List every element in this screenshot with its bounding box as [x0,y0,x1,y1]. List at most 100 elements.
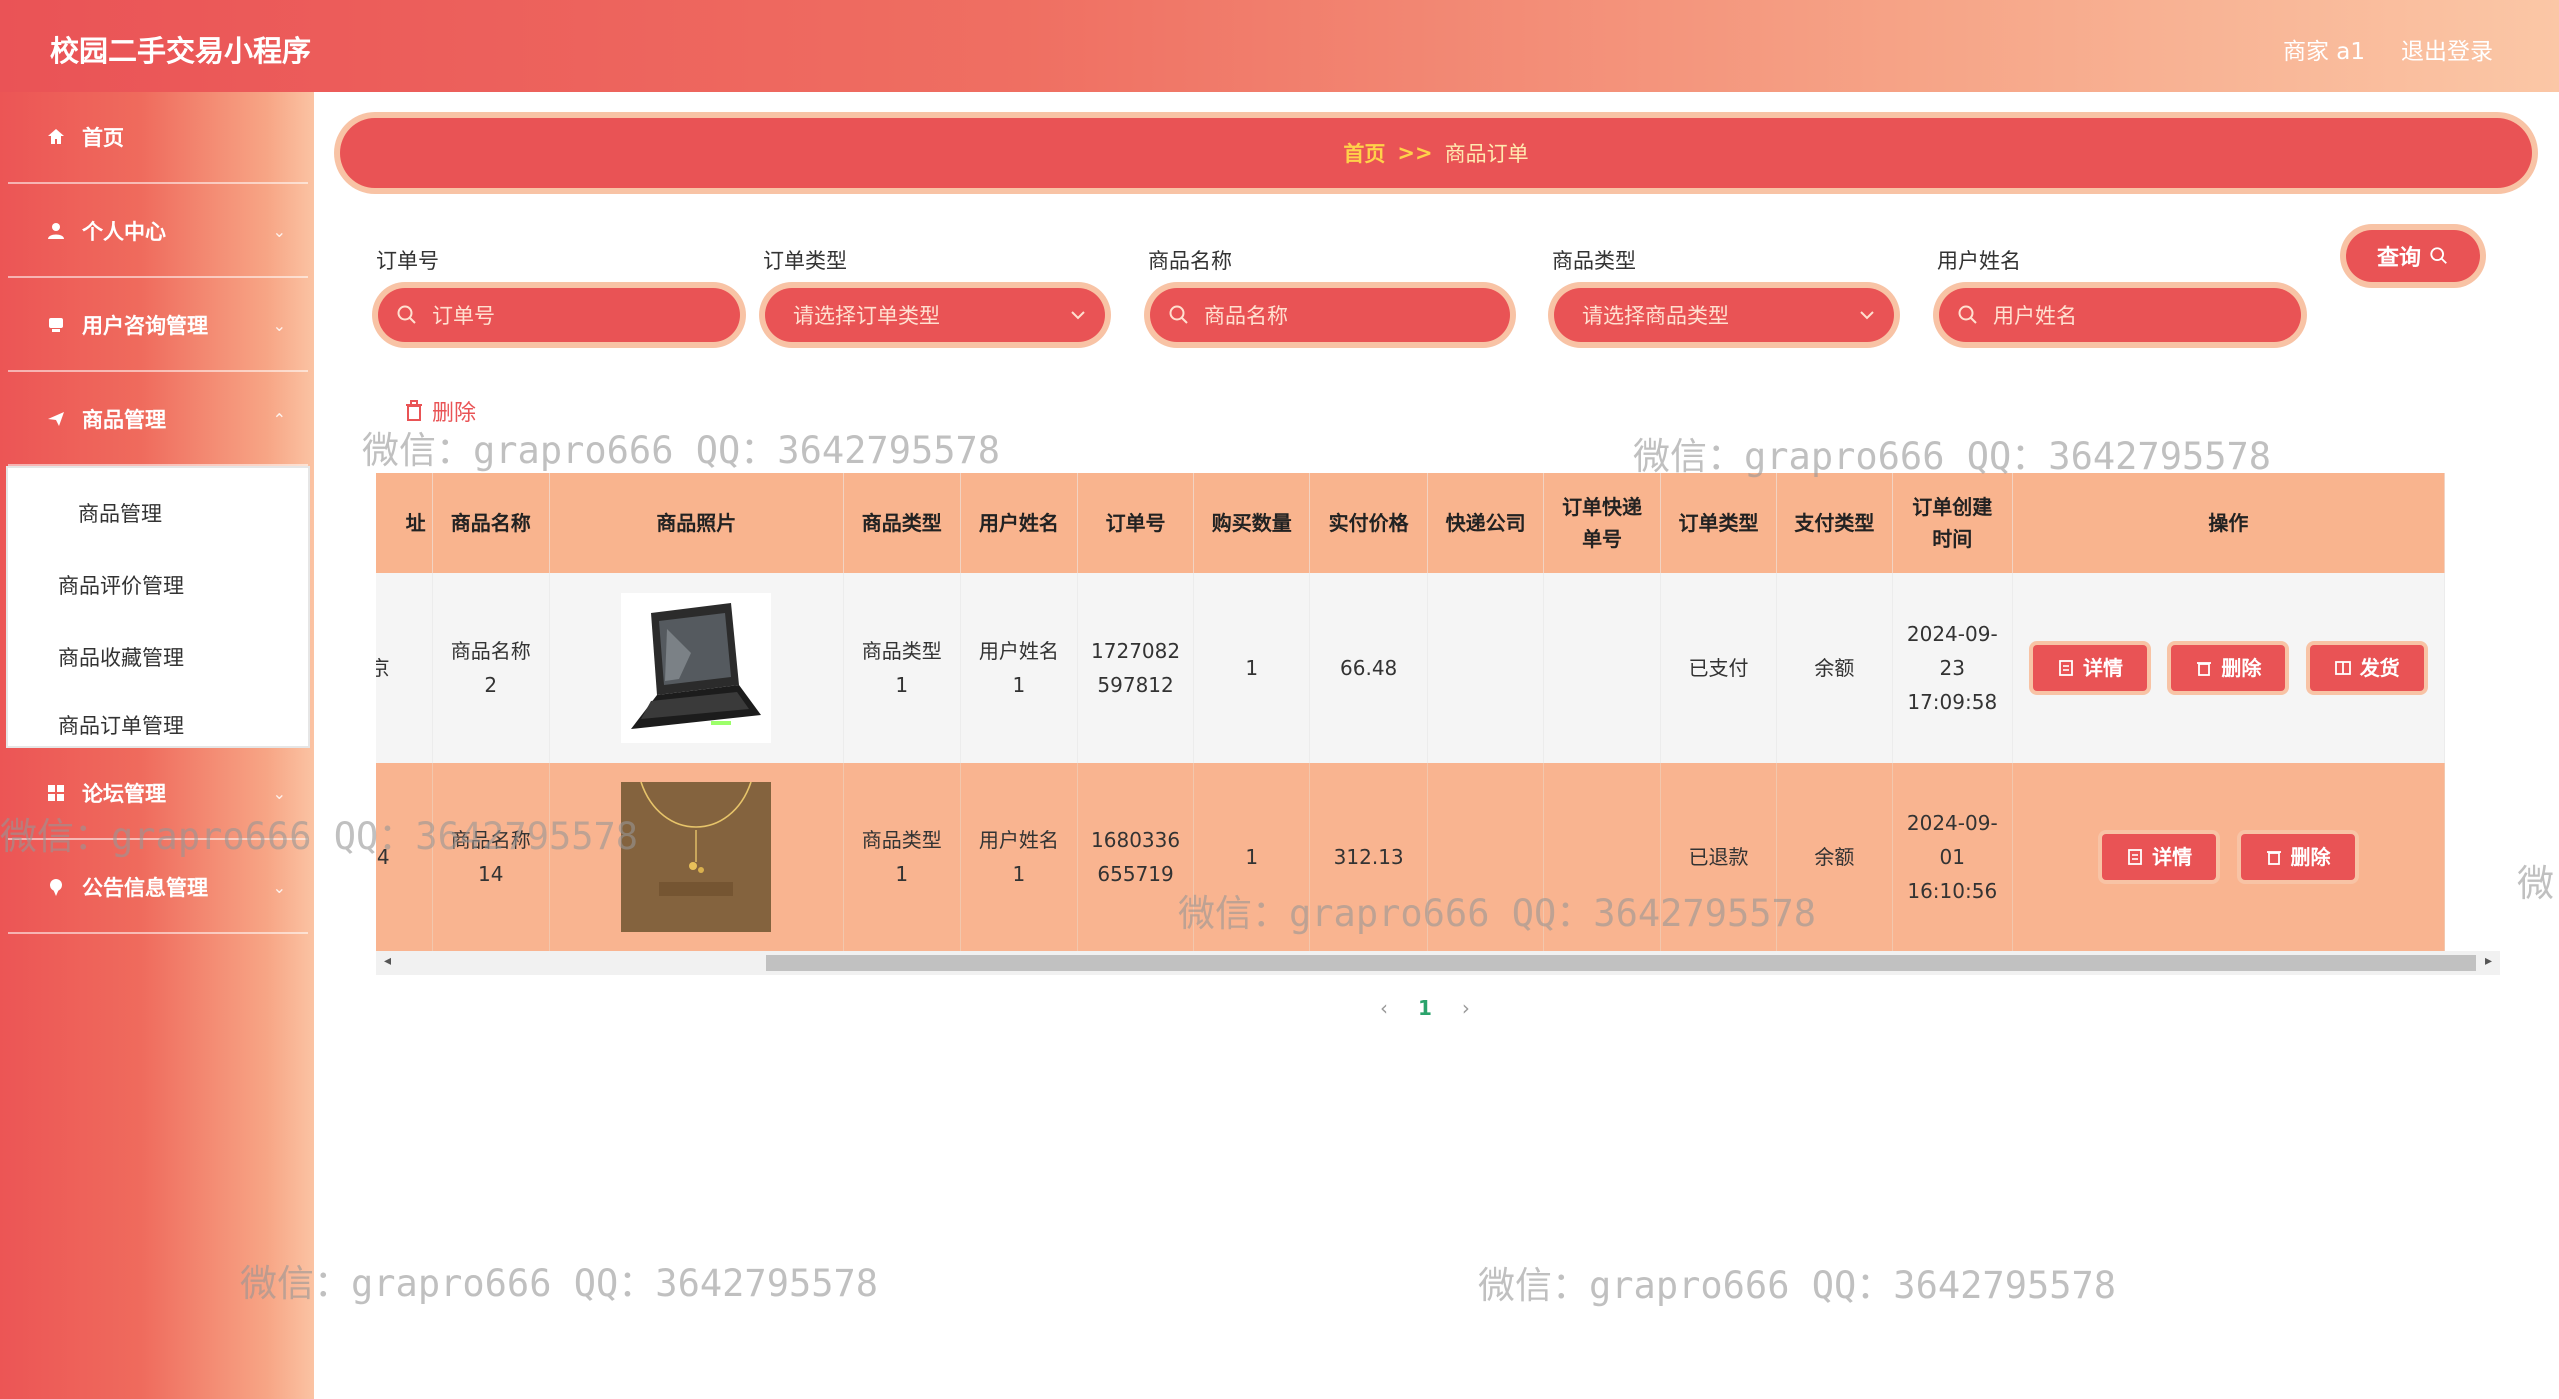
cell-price: 312.13 [1309,763,1429,951]
cell-courier [1427,573,1545,763]
cell-pay-type: 余额 [1776,573,1893,763]
app-root: 校园二手交易小程序 商家 a1 退出登录 首页 个人中心 ⌄ 用户咨询管理 ⌄ … [0,0,2559,1399]
search-icon [397,305,416,324]
submenu-product-review[interactable]: 商品评价管理 [8,550,308,620]
scrollbar-thumb[interactable] [766,955,2476,971]
breadcrumb-home[interactable]: 首页 [1343,138,1385,168]
col-operations: 操作 [2012,473,2446,573]
bulk-delete-button[interactable]: 删除 [404,395,476,427]
query-label: 查询 [2376,246,2421,271]
col-address: 址 [376,473,433,573]
document-icon [2128,849,2143,865]
detail-button[interactable]: 详情 [2032,645,2147,691]
laptop-photo [621,593,772,743]
cell-product-photo [549,763,844,951]
next-page-icon[interactable]: › [1462,996,1470,1020]
cell-product-name: 商品名称2 [432,573,550,763]
product-type-select[interactable]: 请选择商品类型 [1554,288,1894,342]
submenu-product-manage[interactable]: 商品管理 [8,478,308,548]
search-icon [2430,247,2447,264]
col-order-type: 订单类型 [1660,473,1777,573]
detail-label: 详情 [2082,656,2123,680]
delete-label: 删除 [2221,656,2262,680]
query-button[interactable]: 查询 [2346,230,2480,282]
cell-tracking [1543,573,1662,763]
pagination: ‹ 1 › [1380,996,1470,1020]
col-product-type: 商品类型 [843,473,961,573]
delete-button[interactable]: 删除 [2240,834,2355,880]
chevron-down-icon: ⌄ [272,784,286,803]
breadcrumb-separator: >> [1397,141,1433,165]
logout-link[interactable]: 退出登录 [2401,32,2493,66]
necklace-photo [621,782,772,932]
search-icon [1169,305,1188,324]
sidebar-item-label: 用户咨询管理 [82,314,208,338]
sidebar-item-label: 论坛管理 [82,782,166,806]
order-no-placeholder: 订单号 [432,304,495,328]
col-created: 订单创建时间 [1892,473,2013,573]
document-icon [2059,660,2073,676]
sidebar-item-label: 商品管理 [82,408,166,432]
cell-operations: 详情 删除 发货 [2012,573,2446,763]
submenu-product-favorite[interactable]: 商品收藏管理 [8,622,308,692]
watermark: 微信：grapro666 QQ：3642795578 [362,429,1001,472]
prev-page-icon[interactable]: ‹ [1380,996,1388,1020]
header-actions: 商家 a1 退出登录 [2283,32,2493,66]
cell-created: 2024-09-23 17:09:58 [1892,573,2013,763]
cell-product-name: 商品名称14 [432,763,550,951]
cell-order-type: 已退款 [1660,763,1777,951]
product-name-input[interactable]: 商品名称 [1150,288,1510,342]
breadcrumb: 首页 >> 商品订单 [340,118,2532,188]
delete-button[interactable]: 删除 [2171,645,2286,691]
chat-icon [49,318,63,332]
chevron-down-icon: ⌄ [272,316,286,335]
cell-address: 14 [376,763,433,951]
sidebar-item-forum[interactable]: 论坛管理 ⌄ [8,748,308,840]
sidebar-item-home[interactable]: 首页 [8,92,308,184]
col-price: 实付价格 [1309,473,1429,573]
col-courier: 快递公司 [1427,473,1545,573]
page-number[interactable]: 1 [1418,996,1432,1020]
cell-order-no: 1680336655719 [1077,763,1195,951]
search-icon [1958,305,1977,324]
chevron-down-icon [1071,311,1085,320]
order-no-input[interactable]: 订单号 [378,288,740,342]
user-name-input[interactable]: 用户姓名 [1939,288,2301,342]
sidebar-item-notice[interactable]: 公告信息管理 ⌄ [8,842,308,934]
chevron-down-icon: ⌄ [272,222,286,241]
delete-label: 删除 [2290,845,2331,869]
current-user-label[interactable]: 商家 a1 [2283,32,2365,66]
cell-product-type: 商品类型1 [843,573,961,763]
col-order-no: 订单号 [1077,473,1195,573]
sidebar-item-label: 首页 [82,126,124,150]
sidebar: 首页 个人中心 ⌄ 用户咨询管理 ⌄ 商品管理 ⌃ 商品管理 商品评价管理 商品… [0,92,314,1399]
sidebar-item-label: 公告信息管理 [82,876,208,900]
sidebar-item-personal-center[interactable]: 个人中心 ⌄ [8,186,308,278]
order-type-select[interactable]: 请选择订单类型 [765,288,1105,342]
sidebar-item-consult[interactable]: 用户咨询管理 ⌄ [8,280,308,372]
cell-user-name: 用户姓名1 [960,573,1078,763]
cell-created: 2024-09-01 16:10:56 [1892,763,2013,951]
user-name-label: 用户姓名 [1937,249,2021,273]
ship-label: 发货 [2359,656,2400,680]
detail-button[interactable]: 详情 [2102,834,2217,880]
scroll-right-arrow-icon[interactable]: ▸ [2485,953,2492,969]
col-product-photo: 商品照片 [549,473,844,573]
cell-quantity: 1 [1193,763,1311,951]
home-icon [48,129,64,144]
col-product-name: 商品名称 [432,473,550,573]
col-pay-type: 支付类型 [1776,473,1893,573]
watermark: 微信：grapro666 QQ：3642795578 [240,1262,879,1305]
user-name-placeholder: 用户姓名 [1993,304,2077,328]
cell-pay-type: 余额 [1776,763,1893,951]
table-horizontal-scrollbar[interactable]: ◂ ▸ [376,951,2500,975]
scroll-left-arrow-icon[interactable]: ◂ [384,953,391,969]
sidebar-item-products[interactable]: 商品管理 ⌃ [8,374,308,466]
ship-button[interactable]: 发货 [2309,645,2424,691]
orders-table-container: 址 商品名称 商品照片 商品类型 用户姓名 订单号 购买数量 实付价格 快递公司… [376,473,2500,951]
send-icon [48,412,64,426]
watermark: 微信：grapro666 QQ：3642795578 [1478,1264,2117,1307]
trash-icon [2197,662,2212,676]
chevron-up-icon: ⌃ [272,410,286,429]
cell-order-type: 已支付 [1660,573,1777,763]
